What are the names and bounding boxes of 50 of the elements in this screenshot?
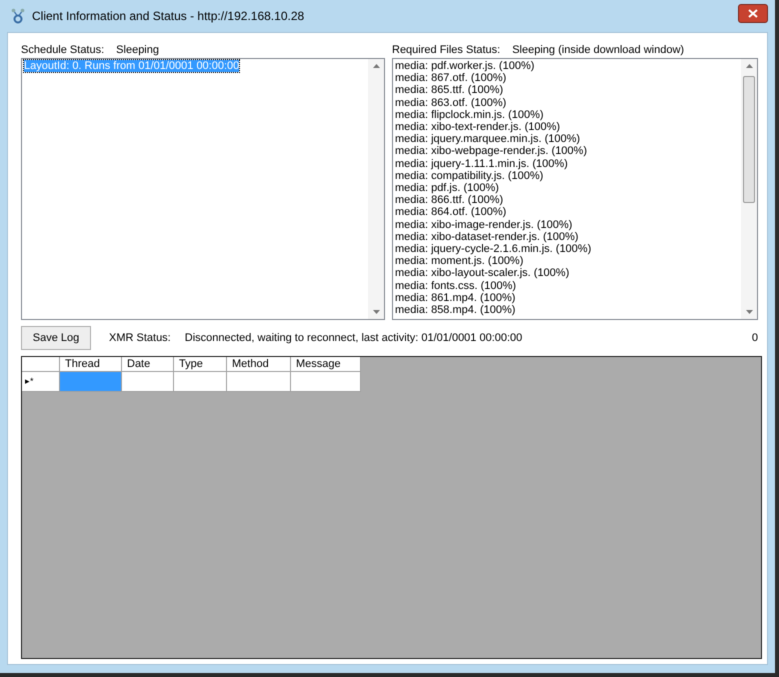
schedule-status-value: Sleeping xyxy=(116,44,159,56)
table-cell[interactable] xyxy=(174,372,227,392)
file-item[interactable]: media: 866.ttf. (100%) xyxy=(395,194,504,206)
file-item[interactable]: media: 858.mp4. (100%) xyxy=(395,304,516,316)
table-cell[interactable] xyxy=(227,372,291,392)
required-files-list[interactable] xyxy=(392,58,758,320)
new-row-marker: ▸* xyxy=(22,372,60,392)
file-item[interactable]: media: fonts.css. (100%) xyxy=(395,280,516,292)
file-item[interactable]: media: xibo-text-render.js. (100%) xyxy=(395,121,560,134)
file-item[interactable]: media: pdf.worker.js. (100%) xyxy=(395,60,534,72)
file-item[interactable]: media: jquery-1.11.1.min.js. (100%) xyxy=(395,158,568,170)
scroll-down-icon[interactable] xyxy=(372,310,380,314)
file-item[interactable]: media: 861.mp4. (100%) xyxy=(395,292,516,304)
column-header[interactable]: Date xyxy=(122,357,174,372)
scroll-up-icon[interactable] xyxy=(372,64,380,68)
required-files-value: Sleeping (inside download window) xyxy=(512,44,684,56)
app-icon xyxy=(11,8,25,24)
schedule-status-label: Schedule Status: xyxy=(21,44,104,56)
file-item[interactable]: media: 865.ttf. (100%) xyxy=(395,84,504,97)
column-header[interactable]: Method xyxy=(227,357,291,372)
file-item[interactable]: media: compatibility.js. (100%) xyxy=(395,170,544,182)
xmr-status-label: XMR Status: xyxy=(109,332,171,344)
xmr-count: 0 xyxy=(752,332,758,344)
window-title: Client Information and Status - http://192.168.10.28 xyxy=(32,9,304,23)
file-item[interactable]: media: jquery-cycle-2.1.6.min.js. (100%) xyxy=(395,243,592,256)
file-item[interactable]: media: 863.otf. (100%) xyxy=(395,96,506,109)
scrollbar-thumb[interactable] xyxy=(743,76,755,203)
file-item[interactable]: media: xibo-webpage-render.js. (100%) xyxy=(395,145,587,158)
close-button[interactable] xyxy=(738,4,768,22)
file-item[interactable]: media: xibo-layout-scaler.js. (100%) xyxy=(395,267,570,280)
table-cell[interactable] xyxy=(122,372,174,392)
close-icon xyxy=(748,8,758,18)
file-item[interactable]: media: jquery.marquee.min.js. (100%) xyxy=(395,133,580,146)
scroll-up-icon[interactable] xyxy=(746,64,752,68)
column-header[interactable]: Type xyxy=(174,357,227,372)
file-item[interactable]: media: xibo-image-render.js. (100%) xyxy=(395,218,572,231)
column-header[interactable]: Message xyxy=(291,357,361,372)
file-item[interactable]: media: xibo-dataset-render.js. (100%) xyxy=(395,230,578,244)
table-cell[interactable] xyxy=(291,372,361,392)
file-item[interactable]: media: moment.js. (100%) xyxy=(395,255,524,268)
required-files-label: Required Files Status: xyxy=(392,44,500,56)
column-header[interactable]: Thread xyxy=(60,357,122,372)
file-item[interactable]: media: 864.otf. (100%) xyxy=(395,206,506,219)
scroll-down-icon[interactable] xyxy=(746,310,752,314)
table-cell[interactable] xyxy=(60,372,122,392)
file-item[interactable]: media: 867.otf. (100%) xyxy=(395,72,506,84)
save-log-button[interactable]: Save Log xyxy=(21,326,91,350)
file-item[interactable]: media: pdf.js. (100%) xyxy=(395,182,499,194)
xmr-status-value: Disconnected, waiting to reconnect, last activity: 01/01/0001 00:00:00 xyxy=(184,332,522,344)
file-item[interactable]: media: flipclock.min.js. (100%) xyxy=(395,108,544,122)
